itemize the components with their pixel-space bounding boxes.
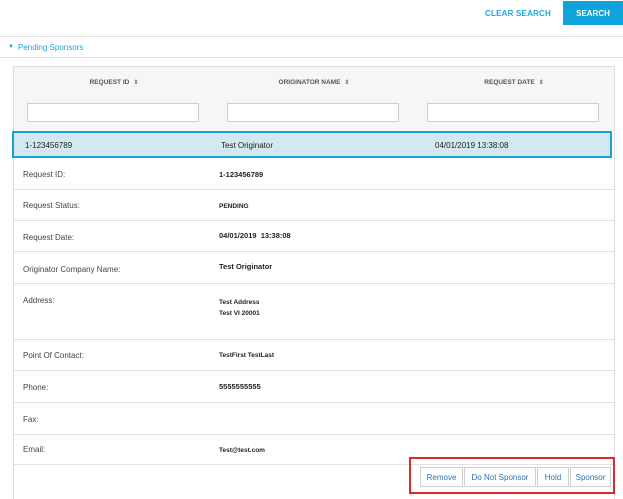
sort-icon: ⇕: [538, 79, 544, 86]
detail-label: Request Date:: [23, 233, 75, 242]
detail-label: Request Status:: [23, 201, 80, 210]
column-header-originator-name[interactable]: ORIGINATOR NAME ⇕: [214, 67, 414, 97]
sort-icon: ⇕: [344, 79, 350, 86]
detail-label: Address:: [23, 296, 55, 305]
detail-label: Email:: [23, 445, 46, 454]
do-not-sponsor-button[interactable]: Do Not Sponsor: [464, 467, 536, 487]
detail-label: Phone:: [23, 383, 49, 392]
sponsor-button[interactable]: Sponsor: [570, 467, 611, 487]
detail-row-originator-company: Originator Company Name: Test Originator: [14, 251, 614, 284]
section-title: Pending Sponsors: [17, 42, 84, 52]
detail-value: Test Originator: [219, 262, 273, 271]
table-header: REQUEST ID ⇕ ORIGINATOR NAME ⇕ REQUEST DAT…: [14, 67, 614, 98]
column-header-request-id[interactable]: REQUEST ID ⇕: [14, 67, 214, 97]
detail-label: Originator Company Name:: [23, 265, 121, 274]
detail-row-phone: Phone: 5555555555: [14, 370, 614, 403]
action-buttons-group: Remove Do Not Sponsor Hold Sponsor: [409, 457, 615, 494]
cell-request-date: 04/01/2019 13:38:08: [435, 141, 509, 150]
detail-label: Request ID:: [23, 170, 66, 179]
remove-button[interactable]: Remove: [420, 467, 463, 487]
detail-row-request-status: Request Status: PENDING: [14, 189, 614, 221]
detail-label: Fax:: [23, 415, 39, 424]
address-line-2: Test VI 20001: [219, 310, 260, 317]
filter-request-date-input[interactable]: [427, 103, 599, 122]
cell-originator-name: Test Originator: [221, 141, 274, 150]
detail-value: 04/01/2019 13:38:08: [219, 231, 291, 240]
pending-sponsors-section-header[interactable]: ▼ Pending Sponsors: [0, 36, 623, 58]
column-header-request-date[interactable]: REQUEST DATE ⇕: [414, 67, 614, 97]
sponsors-panel: REQUEST ID ⇕ ORIGINATOR NAME ⇕ REQUEST DAT…: [12, 66, 615, 499]
status-value: PENDING: [219, 203, 249, 210]
detail-value: Test@test.com: [219, 447, 265, 454]
filter-request-id-input[interactable]: [27, 103, 199, 122]
detail-row-address: Address: Test Address Test VI 20001: [14, 283, 614, 340]
detail-value: TestFirst TestLast: [219, 352, 275, 359]
detail-row-fax: Fax:: [14, 402, 614, 435]
cell-request-id: 1-123456789: [25, 141, 73, 150]
detail-row-request-date: Request Date: 04/01/2019 13:38:08: [14, 220, 614, 252]
sort-icon: ⇕: [133, 79, 139, 86]
table-row-selected[interactable]: 1-123456789 Test Originator 04/01/2019 1…: [12, 131, 612, 158]
filter-row: [14, 97, 614, 131]
clear-search-button[interactable]: CLEAR SEARCH: [480, 2, 556, 24]
detail-label: Point Of Contact:: [23, 351, 84, 360]
detail-value: 5555555555: [219, 382, 261, 391]
top-toolbar: CLEAR SEARCH SEARCH: [0, 0, 623, 36]
detail-row-point-of-contact: Point Of Contact: TestFirst TestLast: [14, 339, 614, 371]
hold-button[interactable]: Hold: [537, 467, 569, 487]
caret-down-icon: ▼: [8, 44, 14, 50]
filter-originator-name-input[interactable]: [227, 103, 399, 122]
address-line-1: Test Address: [219, 299, 260, 306]
detail-value: 1-123456789: [219, 170, 264, 179]
detail-row-request-id: Request ID: 1-123456789: [14, 158, 614, 190]
search-button[interactable]: SEARCH: [563, 1, 623, 25]
